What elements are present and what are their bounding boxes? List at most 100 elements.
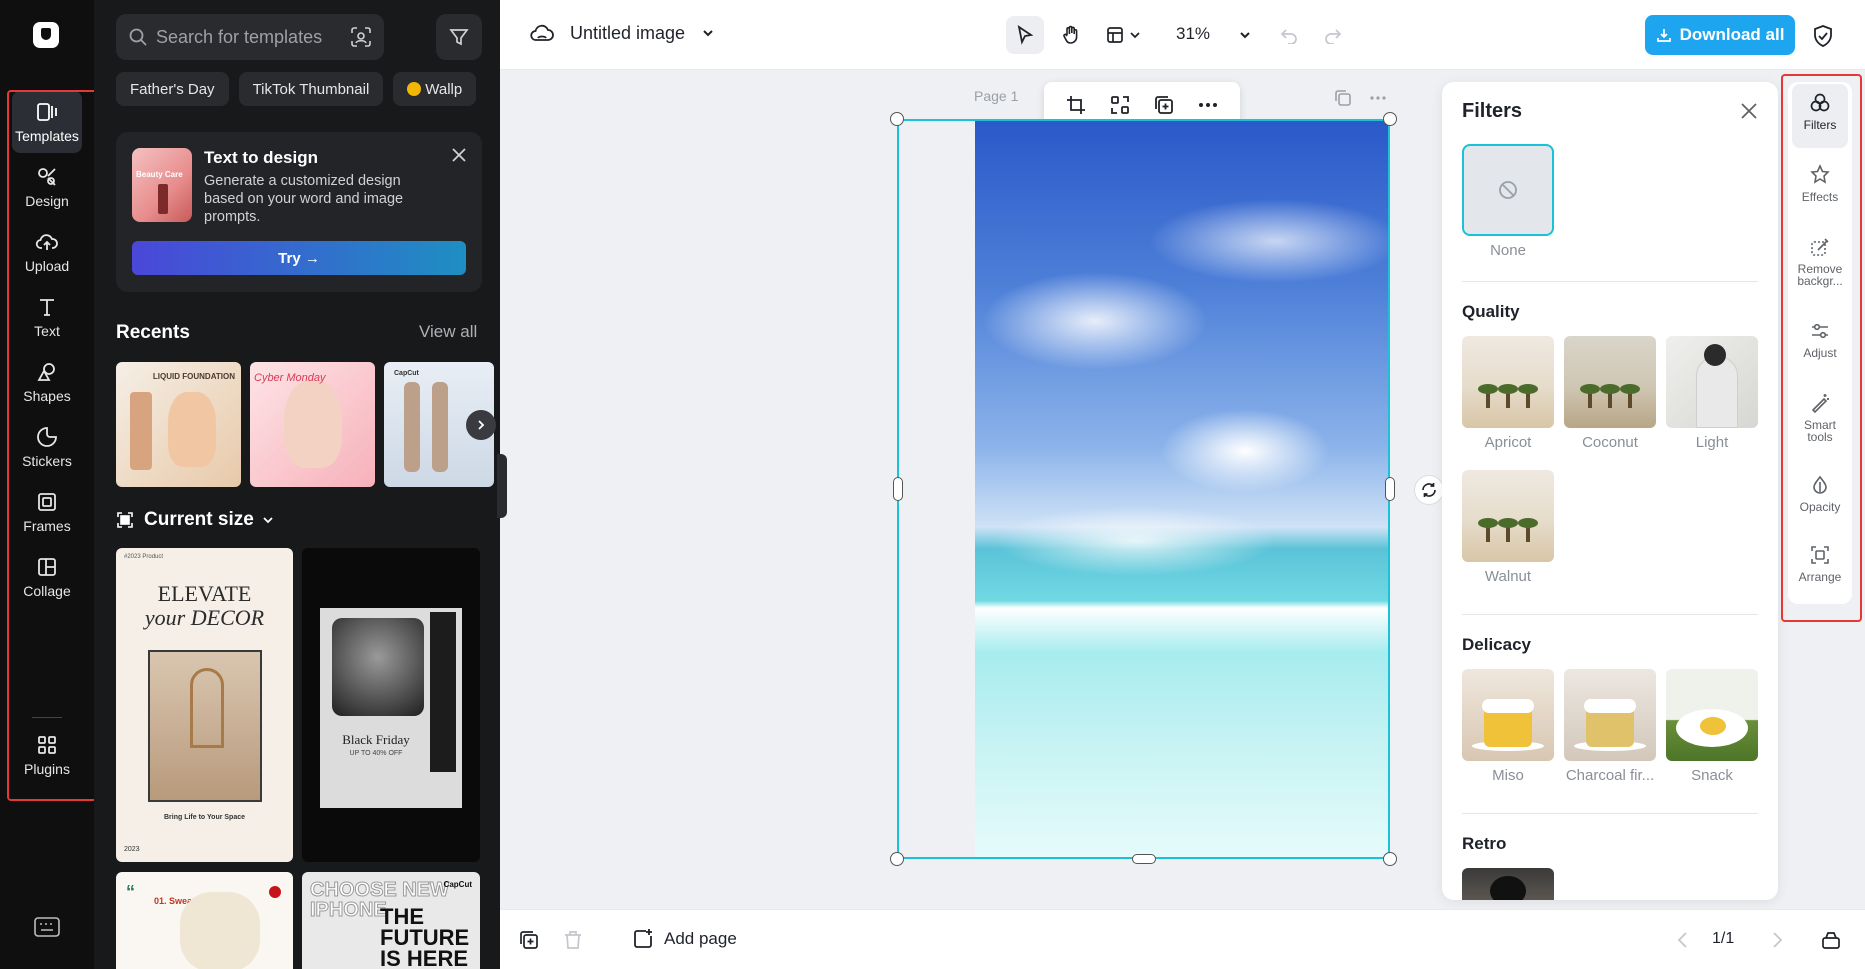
close-icon[interactable] <box>450 146 468 164</box>
remove-background-icon <box>1811 238 1829 256</box>
keyboard-shortcuts-icon[interactable] <box>34 916 60 938</box>
template-text: Bring Life to Your Space <box>163 814 246 821</box>
select-tool-button[interactable] <box>1006 16 1044 54</box>
search-icon <box>129 28 147 46</box>
strip-item-opacity[interactable]: Opacity <box>1792 466 1848 528</box>
next-page-icon[interactable] <box>1766 929 1788 951</box>
strip-label: Remove backgr... <box>1797 262 1843 288</box>
current-size-dropdown[interactable]: Current size <box>116 509 284 531</box>
template-card-the-future[interactable]: CHOOSE NEW IPHONE THE FUTURE IS HERE Cap… <box>302 872 480 969</box>
recents-next-button[interactable] <box>466 410 496 440</box>
recent-template-2[interactable]: Cyber Monday <box>250 362 375 487</box>
plugins-icon <box>38 736 56 754</box>
zoom-level[interactable]: 31% <box>1176 24 1210 44</box>
bottom-bar: Add page 1/1 <box>500 909 1865 969</box>
strip-item-filters[interactable]: Filters <box>1792 84 1848 148</box>
chip-fathers-day[interactable]: Father's Day <box>116 72 229 106</box>
filter-light[interactable] <box>1666 336 1758 428</box>
hand-icon <box>1063 25 1078 44</box>
redo-button[interactable] <box>1318 16 1348 54</box>
filter-none[interactable] <box>1462 144 1554 236</box>
rail-label: Shapes <box>23 388 71 404</box>
strip-item-adjust[interactable]: Adjust <box>1792 312 1848 374</box>
page-more-icon[interactable] <box>1368 88 1388 108</box>
filter-coconut[interactable] <box>1564 336 1656 428</box>
more-options-icon[interactable] <box>1197 94 1219 116</box>
rail-item-collage[interactable]: Collage <box>12 546 82 608</box>
filter-apricot[interactable] <box>1462 336 1554 428</box>
app-logo-icon[interactable] <box>33 22 59 48</box>
previous-page-icon[interactable] <box>1672 929 1694 951</box>
filter-miso[interactable] <box>1462 669 1554 761</box>
hand-tool-button[interactable] <box>1052 16 1090 54</box>
shield-icon[interactable] <box>1812 24 1834 48</box>
try-button[interactable]: Try → <box>132 241 466 275</box>
rail-label: Upload <box>24 258 70 274</box>
view-all-link[interactable]: View all <box>419 322 477 342</box>
section-divider <box>1462 281 1758 282</box>
zoom-dropdown[interactable] <box>1230 16 1260 54</box>
chip-label: Wallp <box>425 80 463 98</box>
chevron-down-icon <box>263 517 273 524</box>
add-page-button[interactable]: Add page <box>632 928 737 950</box>
template-card-sweater[interactable]: “ 01. Sweater <box>116 872 293 969</box>
replace-image-icon[interactable] <box>1109 94 1131 116</box>
resize-handle-top-right[interactable] <box>1383 112 1397 126</box>
template-filter-button[interactable] <box>436 14 482 60</box>
strip-item-arrange[interactable]: Arrange <box>1792 536 1848 598</box>
resize-handle-bottom[interactable] <box>1132 854 1156 864</box>
search-input[interactable]: Search for templates <box>116 14 384 60</box>
undo-button[interactable] <box>1274 16 1304 54</box>
rail-item-design[interactable]: Design <box>12 156 82 218</box>
resize-handle-left[interactable] <box>893 477 903 501</box>
rail-item-templates[interactable]: Templates <box>12 91 82 153</box>
filter-snack[interactable] <box>1666 669 1758 761</box>
resize-handle-top-left[interactable] <box>890 112 904 126</box>
chip-wallpaper[interactable]: Wallp <box>393 72 477 106</box>
filter-retro-1[interactable] <box>1462 868 1554 900</box>
duplicate-icon[interactable] <box>1153 94 1175 116</box>
rail-item-plugins[interactable]: Plugins <box>12 724 82 786</box>
chevron-right-icon <box>478 420 485 430</box>
duplicate-page-icon[interactable] <box>1333 88 1353 108</box>
section-title-retro: Retro <box>1462 834 1507 853</box>
layout-dropdown[interactable] <box>1100 16 1146 54</box>
close-icon[interactable] <box>1740 102 1758 120</box>
frames-icon <box>38 493 56 511</box>
filter-label: Apricot <box>1484 434 1532 451</box>
resize-handle-bottom-right[interactable] <box>1383 852 1397 866</box>
filter-charcoal-fir[interactable] <box>1564 669 1656 761</box>
upload-icon <box>35 234 58 250</box>
rail-item-shapes[interactable]: Shapes <box>12 351 82 413</box>
chip-tiktok-thumbnail[interactable]: TikTok Thumbnail <box>238 72 384 106</box>
strip-item-smart-tools[interactable]: Smart tools <box>1792 384 1848 456</box>
rotate-handle[interactable] <box>1414 475 1444 505</box>
recent-template-1[interactable]: LIQUID FOUNDATION <box>116 362 241 487</box>
panel-collapse-handle[interactable] <box>497 454 507 518</box>
cloud-save-icon <box>530 24 554 41</box>
download-all-button[interactable]: Download all <box>1645 15 1795 55</box>
strip-item-effects[interactable]: Effects <box>1792 156 1848 218</box>
filter-icon <box>449 29 469 46</box>
document-title-menu[interactable]: Untitled image <box>530 22 731 44</box>
template-text: UP TO 40% OFF <box>349 750 403 757</box>
crop-icon[interactable] <box>1065 94 1087 116</box>
text-to-design-title: Text to design <box>204 148 318 167</box>
rail-item-stickers[interactable]: Stickers <box>12 416 82 478</box>
delete-page-icon[interactable] <box>562 929 584 951</box>
rail-divider <box>32 717 62 718</box>
filter-walnut[interactable] <box>1462 470 1554 562</box>
rail-item-text[interactable]: Text <box>12 286 82 348</box>
resize-handle-right[interactable] <box>1385 477 1395 501</box>
section-title-delicacy: Delicacy <box>1462 635 1531 654</box>
resize-handle-bottom-left[interactable] <box>890 852 904 866</box>
page-manager-icon[interactable] <box>1820 929 1842 951</box>
add-page-copy-icon[interactable] <box>518 929 540 951</box>
strip-item-remove-background[interactable]: Remove backgr... <box>1792 228 1848 298</box>
rail-item-upload[interactable]: Upload <box>12 221 82 283</box>
image-search-icon[interactable] <box>350 26 372 48</box>
template-card-elevate-decor[interactable]: #2023 Product ELEVATE your DECOR Bring Li… <box>116 548 293 862</box>
rail-item-frames[interactable]: Frames <box>12 481 82 543</box>
search-placeholder: Search for templates <box>156 26 323 47</box>
template-card-black-friday[interactable]: Black Friday UP TO 40% OFF <box>302 548 480 862</box>
